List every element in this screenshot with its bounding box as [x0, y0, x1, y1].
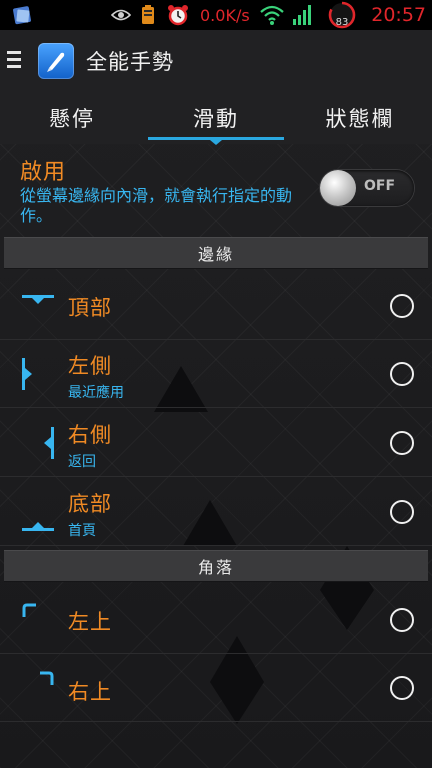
network-speed: 0.0K/s — [200, 5, 250, 25]
left-edge-icon — [22, 358, 34, 394]
app-logo-icon[interactable] — [38, 43, 74, 79]
corner-row-top-left[interactable]: 左上 — [0, 586, 432, 654]
section-header-edges: 邊緣 — [4, 237, 428, 269]
edge-left-radio[interactable] — [390, 362, 414, 386]
right-edge-icon — [42, 427, 54, 463]
edge-row-title: 右側 — [68, 423, 112, 447]
battery-level: 83 — [335, 17, 349, 28]
wifi-icon — [258, 0, 286, 30]
edge-bottom-radio[interactable] — [390, 500, 414, 524]
edge-row-title: 底部 — [68, 492, 112, 516]
enable-description: 從螢幕邊緣向內滑，就會執行指定的動作。 — [20, 186, 293, 225]
corner-top-left-radio[interactable] — [390, 608, 414, 632]
edge-row-top[interactable]: 頂部 — [0, 272, 432, 340]
corner-row-title: 右上 — [68, 680, 112, 704]
edge-row-title: 左側 — [68, 354, 112, 378]
edge-row-bottom[interactable]: 底部 首頁 — [0, 478, 432, 546]
app-notification-icon — [10, 0, 36, 30]
edge-top-radio[interactable] — [390, 294, 414, 318]
app-title: 全能手勢 — [86, 50, 174, 74]
toggle-knob — [320, 170, 356, 206]
top-edge-icon — [22, 290, 54, 309]
tab-indicator-caret — [210, 140, 222, 145]
edge-row-left[interactable]: 左側 最近應用 — [0, 340, 432, 408]
edge-row-title: 頂部 — [68, 296, 112, 320]
corner-top-right-radio[interactable] — [390, 676, 414, 700]
status-bar: 0.0K/s 83 20:57 — [0, 0, 432, 30]
toggle-state-label: OFF — [364, 178, 396, 194]
battery-saver-icon — [138, 0, 158, 30]
clock: 20:57 — [371, 4, 426, 26]
edge-row-subtitle: 首頁 — [68, 523, 96, 539]
tab-status-bar[interactable]: 狀態欄 — [288, 92, 432, 144]
edge-row-subtitle: 最近應用 — [68, 385, 124, 401]
tab-hover[interactable]: 懸停 — [0, 92, 144, 144]
section-header-corners: 角落 — [4, 550, 428, 582]
bottom-edge-icon — [22, 516, 54, 535]
alarm-clock-icon — [164, 0, 192, 30]
hamburger-icon[interactable] — [7, 51, 21, 69]
edge-row-right[interactable]: 右側 返回 — [0, 409, 432, 477]
signal-icon — [290, 0, 314, 30]
enable-title: 啟用 — [20, 160, 67, 185]
enable-toggle[interactable]: OFF — [320, 170, 414, 206]
top-left-corner-icon — [22, 602, 36, 621]
corner-row-top-right[interactable]: 右上 — [0, 654, 432, 722]
edge-right-radio[interactable] — [390, 431, 414, 455]
action-bar: 全能手勢 — [0, 30, 432, 92]
edge-row-subtitle: 返回 — [68, 454, 96, 470]
corner-row-title: 左上 — [68, 610, 112, 634]
top-right-corner-icon — [40, 670, 54, 689]
eye-icon — [110, 0, 132, 30]
